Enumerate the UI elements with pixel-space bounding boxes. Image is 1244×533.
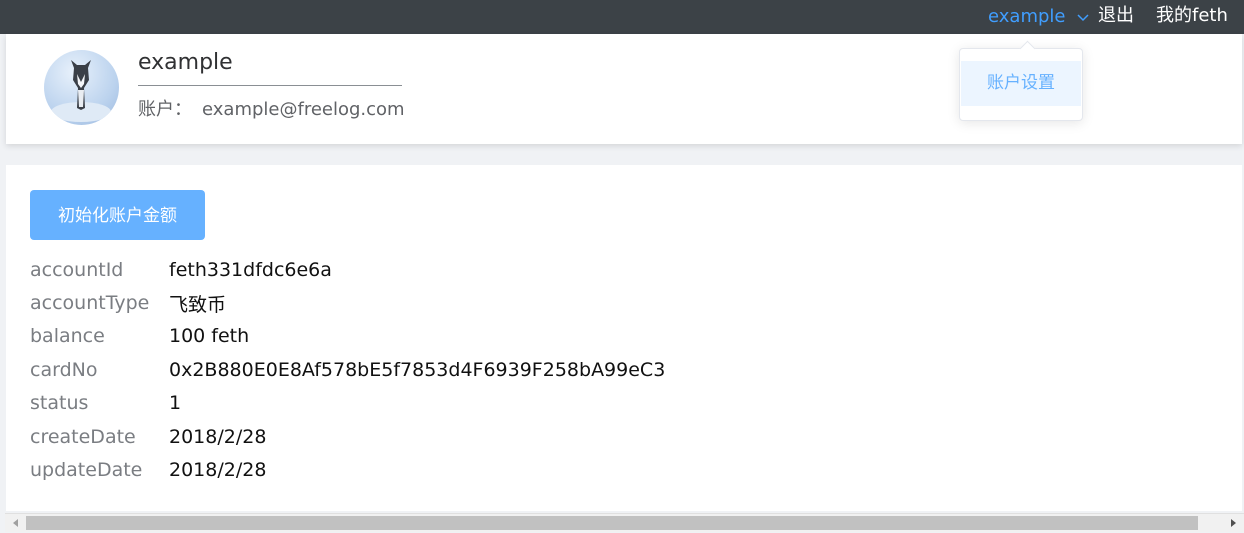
- account-info-list: accountId feth331dfdc6e6a accountType 飞致…: [30, 253, 665, 487]
- info-row-account-id: accountId feth331dfdc6e6a: [30, 253, 665, 286]
- info-value: 0x2B880E0E8Af578bE5f7853d4F6939F258bA99e…: [169, 358, 666, 381]
- scrollbar-thumb[interactable]: [26, 516, 1198, 530]
- user-dropdown-label: example: [988, 6, 1066, 27]
- scroll-right-arrow-icon[interactable]: [1231, 519, 1236, 527]
- my-feth-link[interactable]: 我的feth: [1156, 5, 1228, 27]
- info-value: 100 feth: [169, 325, 250, 348]
- account-label: 账户：: [138, 99, 192, 120]
- info-row-create-date: createDate 2018/2/28: [30, 420, 665, 453]
- info-value: 2018/2/28: [169, 459, 267, 482]
- scroll-left-arrow-icon[interactable]: [13, 519, 18, 527]
- info-row-account-type: accountType 飞致币: [30, 286, 665, 319]
- user-dropdown-menu: 账户设置: [959, 40, 1083, 121]
- account-info-card: 初始化账户金额 accountId feth331dfdc6e6a accoun…: [6, 165, 1242, 511]
- info-key: createDate: [30, 425, 136, 448]
- horizontal-scrollbar[interactable]: [5, 513, 1244, 532]
- info-row-balance: balance 100 feth: [30, 320, 665, 353]
- info-value: feth331dfdc6e6a: [169, 258, 332, 281]
- account-line: 账户： example@freelog.com: [138, 98, 405, 122]
- info-key: status: [30, 392, 89, 415]
- top-navbar: example 退出 我的feth: [0, 0, 1244, 34]
- info-key: updateDate: [30, 459, 143, 482]
- info-key: accountId: [30, 258, 124, 281]
- info-value: 1: [169, 392, 182, 415]
- avatar: [44, 50, 119, 125]
- info-key: balance: [30, 325, 105, 348]
- info-value: 飞致币: [169, 293, 227, 316]
- menu-item-account-settings[interactable]: 账户设置: [961, 61, 1081, 106]
- user-dropdown-trigger[interactable]: example: [988, 6, 1089, 28]
- info-row-card-no: cardNo 0x2B880E0E8Af578bE5f7853d4F6939F2…: [30, 353, 665, 386]
- info-key: accountType: [30, 292, 150, 315]
- info-key: cardNo: [30, 358, 98, 381]
- info-value: 2018/2/28: [169, 425, 267, 448]
- profile-username: example: [138, 48, 402, 86]
- account-email: example@freelog.com: [202, 99, 405, 120]
- info-row-status: status 1: [30, 387, 665, 420]
- logout-link[interactable]: 退出: [1098, 5, 1134, 27]
- init-balance-button[interactable]: 初始化账户金额: [30, 190, 205, 240]
- info-row-update-date: updateDate 2018/2/28: [30, 453, 665, 486]
- chevron-down-icon: [1077, 6, 1089, 28]
